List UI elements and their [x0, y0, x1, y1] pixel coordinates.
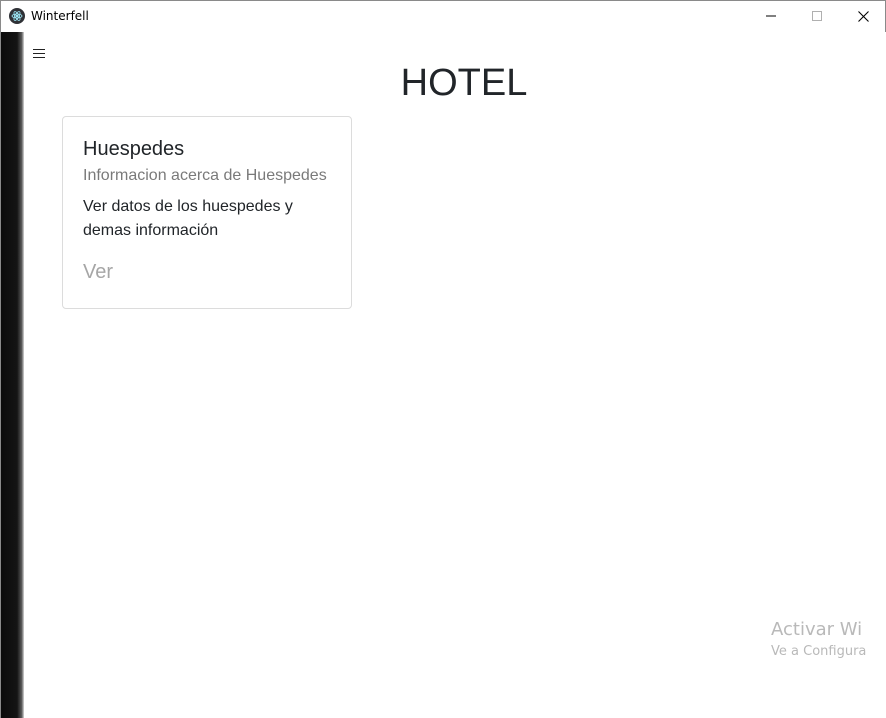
desktop-background-strip	[1, 32, 24, 718]
close-icon	[857, 10, 869, 22]
ver-link[interactable]: Ver	[83, 261, 113, 284]
title-bar[interactable]: Winterfell	[1, 1, 885, 32]
hamburger-icon[interactable]	[33, 48, 47, 60]
window-title: Winterfell	[31, 9, 89, 23]
maximize-icon	[812, 11, 822, 21]
card-subtitle: Informacion acerca de Huespedes	[83, 167, 327, 184]
page-title: HOTEL	[400, 62, 528, 104]
hamburger-line	[33, 53, 45, 54]
main-content: HOTEL Huespedes Informacion acerca de Hu…	[24, 32, 886, 718]
huespedes-card: Huespedes Informacion acerca de Huespede…	[62, 116, 352, 309]
hamburger-line	[33, 49, 45, 50]
card-title: Huespedes	[83, 138, 185, 160]
app-window: Winterfell HOTEL Huespedes Informacion a…	[0, 0, 886, 718]
close-button[interactable]	[840, 1, 886, 31]
windows-activation-watermark: Activar Wi Ve a Configura	[771, 619, 866, 659]
minimize-button[interactable]	[748, 1, 794, 31]
watermark-line-2: Ve a Configura	[771, 644, 867, 659]
hamburger-line	[33, 57, 45, 58]
minimize-icon	[766, 15, 776, 17]
watermark-line-1: Activar Wi	[771, 619, 863, 640]
card-text: Ver datos de los huespedes y demas infor…	[83, 198, 293, 239]
maximize-button[interactable]	[794, 1, 840, 31]
electron-icon	[9, 8, 25, 24]
